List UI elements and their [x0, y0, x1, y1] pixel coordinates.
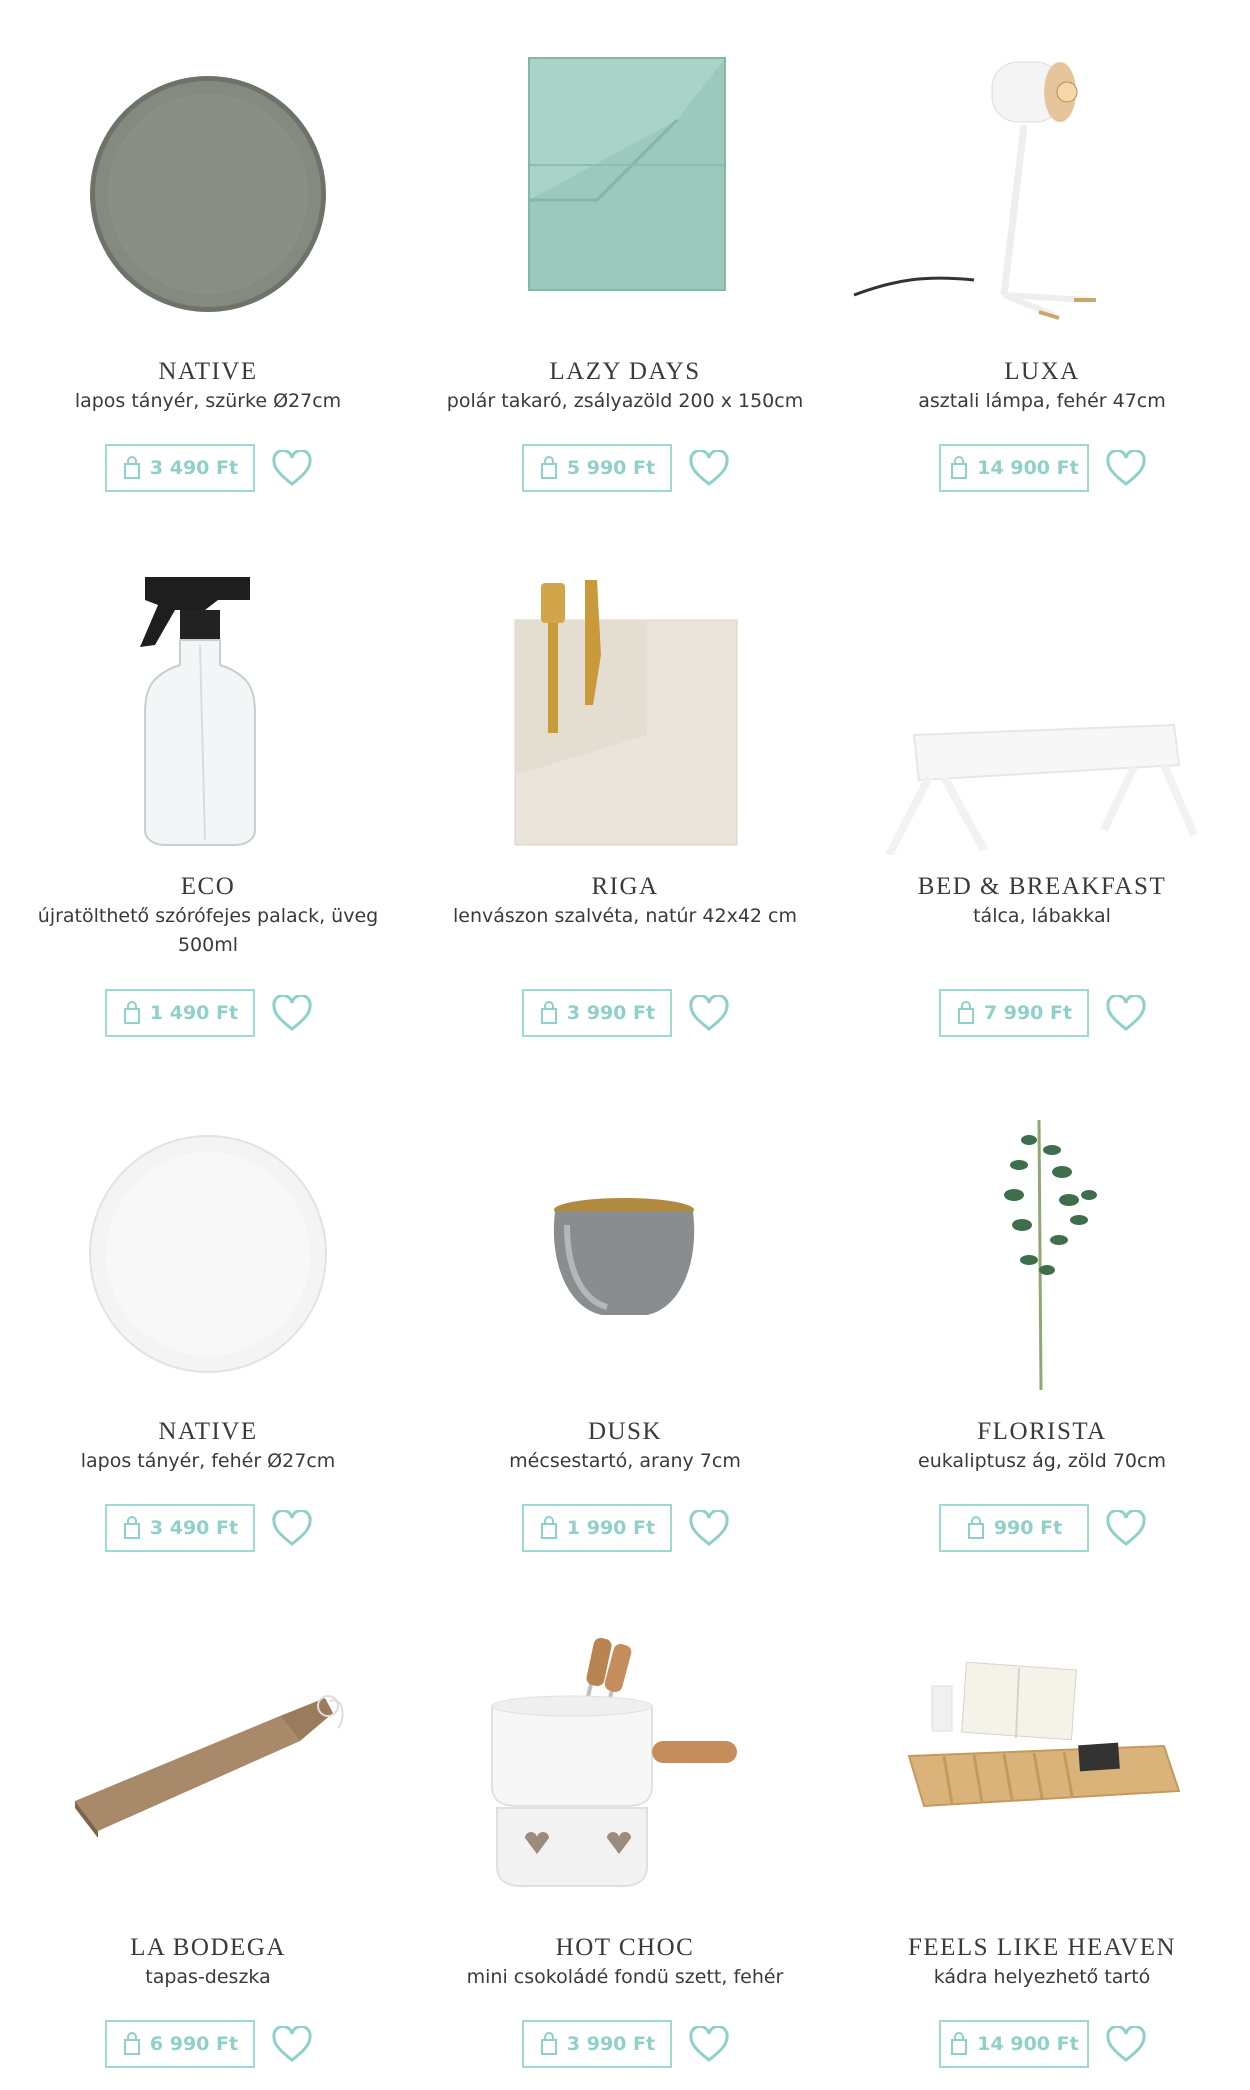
price-label: 3 990 Ft [566, 2033, 656, 2055]
product-description: tapas-deszka [145, 1966, 271, 1988]
product-title: LAZY DAYS [549, 358, 701, 385]
shopping-bag-icon [951, 456, 968, 479]
napkin-image[interactable] [417, 555, 833, 855]
price-label: 14 900 Ft [977, 457, 1079, 479]
product-title: LUXA [1004, 358, 1080, 385]
shopping-bag-icon [967, 1516, 984, 1539]
price-label: 7 990 Ft [983, 1002, 1073, 1024]
product-description: mini csokoládé fondü szett, fehér [466, 1966, 784, 1988]
shopping-bag-icon [957, 1001, 974, 1024]
spray-bottle-image[interactable] [0, 555, 416, 855]
heart-icon[interactable] [271, 450, 313, 488]
shopping-bag-icon [123, 2032, 140, 2055]
shopping-bag-icon [540, 2032, 557, 2055]
shopping-bag-icon [123, 456, 140, 479]
heart-icon[interactable] [688, 450, 730, 488]
product-description: lenvászon szalvéta, natúr 42x42 cm [453, 905, 797, 927]
product-title: FLORISTA [977, 1418, 1107, 1445]
price-button[interactable]: 990 Ft [939, 1504, 1089, 1552]
heart-icon[interactable] [688, 995, 730, 1033]
cutting-board-image[interactable] [0, 1616, 416, 1916]
price-label: 990 Ft [993, 1517, 1063, 1539]
product-description: eukaliptusz ág, zöld 70cm [918, 1450, 1166, 1472]
product-description: tálca, lábakkal [973, 905, 1111, 927]
price-label: 3 490 Ft [149, 457, 239, 479]
price-button[interactable]: 3 990 Ft [522, 989, 672, 1037]
shopping-bag-icon [540, 456, 557, 479]
price-button[interactable]: 5 990 Ft [522, 444, 672, 492]
price-button[interactable]: 3 490 Ft [105, 1504, 255, 1552]
price-label: 5 990 Ft [566, 457, 656, 479]
heart-icon[interactable] [1105, 2026, 1147, 2064]
shopping-bag-icon [951, 2032, 968, 2055]
product-description: kádra helyezhető tartó [933, 1966, 1151, 1988]
product-description: mécsestartó, arany 7cm [509, 1450, 741, 1472]
product-title: ECO [180, 873, 236, 900]
price-button[interactable]: 1 490 Ft [105, 989, 255, 1037]
price-button[interactable]: 3 490 Ft [105, 444, 255, 492]
product-description: lapos tányér, szürke Ø27cm [74, 390, 342, 412]
tray-image[interactable] [834, 555, 1250, 855]
price-button[interactable]: 6 990 Ft [105, 2020, 255, 2068]
product-title: BED & BREAKFAST [917, 873, 1167, 900]
candle-holder-image[interactable] [417, 1100, 833, 1400]
shopping-bag-icon [540, 1516, 557, 1539]
product-title: NATIVE [158, 1418, 258, 1445]
heart-icon[interactable] [688, 2026, 730, 2064]
product-description: asztali lámpa, fehér 47cm [918, 390, 1166, 412]
product-title: RIGA [591, 873, 659, 900]
heart-icon[interactable] [271, 995, 313, 1033]
price-label: 1 490 Ft [149, 1002, 239, 1024]
blanket-image[interactable] [417, 40, 833, 340]
heart-icon[interactable] [1105, 1510, 1147, 1548]
price-label: 1 990 Ft [566, 1517, 656, 1539]
price-button[interactable]: 3 990 Ft [522, 2020, 672, 2068]
eucalyptus-image[interactable] [834, 1100, 1250, 1400]
grey-plate-image[interactable] [0, 40, 416, 340]
price-button[interactable]: 14 900 Ft [939, 2020, 1089, 2068]
lamp-image[interactable] [834, 40, 1250, 340]
heart-icon[interactable] [271, 2026, 313, 2064]
heart-icon[interactable] [688, 1510, 730, 1548]
product-title: NATIVE [158, 358, 258, 385]
product-title: DUSK [587, 1418, 663, 1445]
heart-icon[interactable] [271, 1510, 313, 1548]
white-plate-image[interactable] [0, 1100, 416, 1400]
price-label: 3 990 Ft [566, 1002, 656, 1024]
heart-icon[interactable] [1105, 995, 1147, 1033]
shopping-bag-icon [540, 1001, 557, 1024]
product-description: lapos tányér, fehér Ø27cm [80, 1450, 336, 1472]
bath-caddy-image[interactable] [834, 1616, 1250, 1916]
price-button[interactable]: 1 990 Ft [522, 1504, 672, 1552]
product-description: polár takaró, zsályazöld 200 x 150cm [446, 390, 804, 412]
product-title: HOT CHOC [555, 1934, 695, 1961]
product-title: FEELS LIKE HEAVEN [907, 1934, 1177, 1961]
fondue-set-image[interactable] [417, 1616, 833, 1916]
product-description: újratölthető szórófejes palack, üveg 500… [37, 905, 379, 956]
price-label: 6 990 Ft [149, 2033, 239, 2055]
price-button[interactable]: 7 990 Ft [939, 989, 1089, 1037]
price-label: 14 900 Ft [977, 2033, 1079, 2055]
price-button[interactable]: 14 900 Ft [939, 444, 1089, 492]
heart-icon[interactable] [1105, 450, 1147, 488]
product-title: LA BODEGA [130, 1934, 286, 1961]
shopping-bag-icon [123, 1001, 140, 1024]
price-label: 3 490 Ft [149, 1517, 239, 1539]
shopping-bag-icon [123, 1516, 140, 1539]
